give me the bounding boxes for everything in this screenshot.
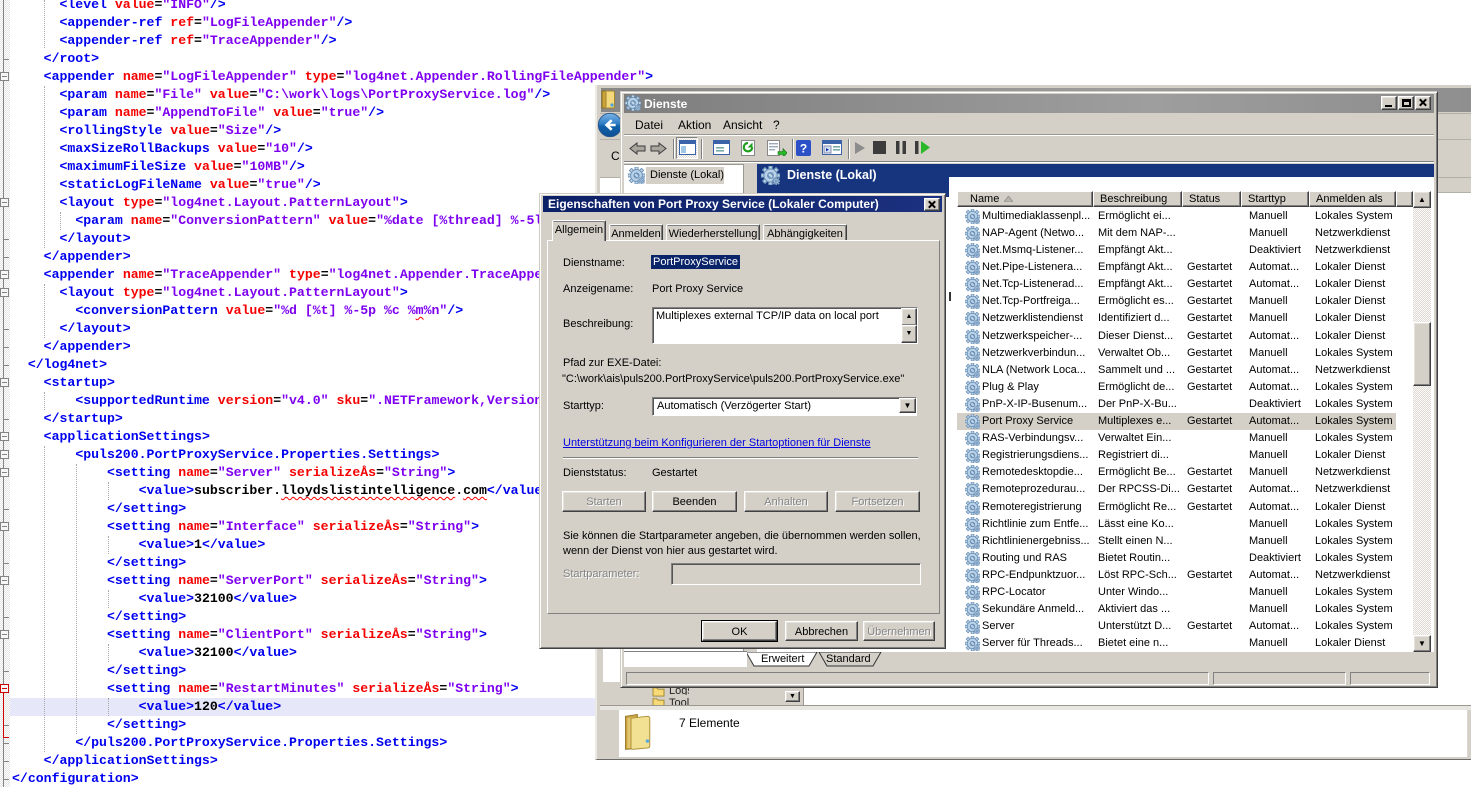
svg-text:?: ? <box>800 142 807 156</box>
